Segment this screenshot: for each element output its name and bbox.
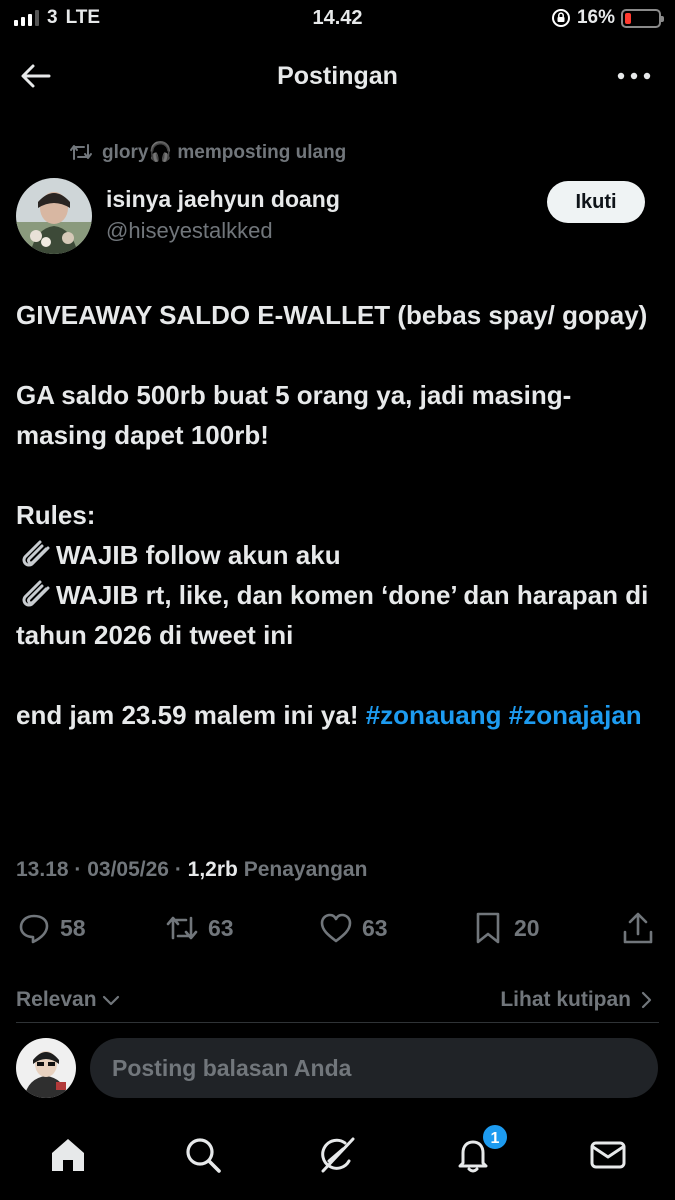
status-bar: 3 LTE 14.42 16% (0, 0, 675, 36)
post-line: end jam 23.59 malem ini ya! #zonauang #z… (16, 695, 656, 735)
bookmark-button[interactable]: 20 (470, 910, 540, 946)
chevron-down-icon (102, 995, 119, 1006)
repost-count: 63 (208, 914, 234, 941)
battery-icon (621, 8, 664, 28)
post-line: GA saldo 500rb buat 5 orang ya, jadi mas… (16, 380, 572, 450)
paperclip-icon (22, 580, 50, 607)
orientation-lock-icon (551, 9, 570, 27)
view-count: 1,2rb (187, 858, 238, 881)
battery-percent: 16% (576, 7, 615, 28)
views-label[interactable]: Penayangan (244, 858, 368, 881)
like-count: 63 (362, 914, 388, 941)
hashtag-link[interactable]: #zonauang (366, 700, 502, 730)
post-date: 03/05/26 (87, 858, 169, 881)
quotes-label: Lihat kutipan (500, 988, 631, 1011)
repost-indicator[interactable]: glory🎧 memposting ulang (68, 140, 346, 164)
rule-text: WAJIB rt, like, dan komen ‘done’ dan har… (16, 580, 649, 650)
notifications-tab[interactable]: 1 (453, 1123, 509, 1175)
reply-icon (19, 914, 49, 944)
share-icon (623, 912, 653, 944)
action-bar: 58 63 63 20 (0, 910, 675, 954)
post-line: GIVEAWAY SALDO E-WALLET (bebas spay/ gop… (16, 300, 648, 330)
chevron-right-icon (641, 991, 652, 1009)
notification-badge: 1 (481, 1123, 509, 1151)
view-quotes-link[interactable]: Lihat kutipan (500, 988, 653, 1012)
sort-label: Relevan (16, 988, 97, 1011)
like-button[interactable]: 63 (318, 910, 388, 946)
share-button[interactable] (620, 910, 656, 946)
post-meta: 13.18 · 03/05/26 · 1,2rb Penayangan (16, 858, 368, 881)
bookmark-count: 20 (514, 914, 540, 941)
reply-button[interactable]: 58 (16, 910, 86, 946)
status-right: 16% (551, 7, 664, 29)
rule-item: WAJIB rt, like, dan komen ‘done’ dan har… (16, 575, 656, 655)
repost-button[interactable]: 63 (164, 910, 234, 946)
post-time: 13.18 (16, 858, 69, 881)
divider (16, 1022, 659, 1023)
post-detail-screen: 3 LTE 14.42 16% Postingan glory🎧 mempost… (0, 0, 675, 1200)
post-body: GIVEAWAY SALDO E-WALLET (bebas spay/ gop… (16, 295, 656, 735)
page-title: Postingan (277, 62, 398, 90)
follow-button[interactable]: Ikuti (547, 181, 645, 223)
rules-title: Rules: (16, 500, 96, 530)
grok-icon[interactable] (317, 1135, 357, 1175)
bottom-nav: 1 (0, 1123, 675, 1185)
rule-text: WAJIB follow akun aku (56, 540, 341, 570)
repost-icon (166, 916, 198, 940)
search-icon[interactable] (183, 1135, 223, 1175)
reply-input[interactable] (90, 1038, 658, 1098)
bookmark-icon (476, 912, 500, 944)
repost-icon (70, 144, 92, 160)
like-icon (320, 913, 352, 943)
paperclip-icon (22, 540, 50, 567)
home-icon[interactable] (48, 1135, 88, 1175)
rule-item: WAJIB follow akun aku (16, 535, 656, 575)
hashtag-link[interactable]: #zonajajan (509, 700, 642, 730)
repost-text: glory🎧 memposting ulang (102, 142, 347, 163)
top-bar: Postingan (0, 50, 675, 102)
author-avatar[interactable] (16, 178, 92, 254)
author-handle[interactable]: @hiseyestalkked (106, 218, 273, 244)
reply-count: 58 (60, 914, 86, 941)
user-avatar[interactable] (16, 1038, 76, 1098)
end-text: end jam 23.59 malem ini ya! (16, 700, 366, 730)
mail-icon[interactable] (588, 1135, 628, 1175)
more-icon[interactable] (615, 64, 653, 88)
sort-selector[interactable]: Relevan (16, 988, 121, 1012)
author-name[interactable]: isinya jaehyun doang (106, 186, 340, 213)
